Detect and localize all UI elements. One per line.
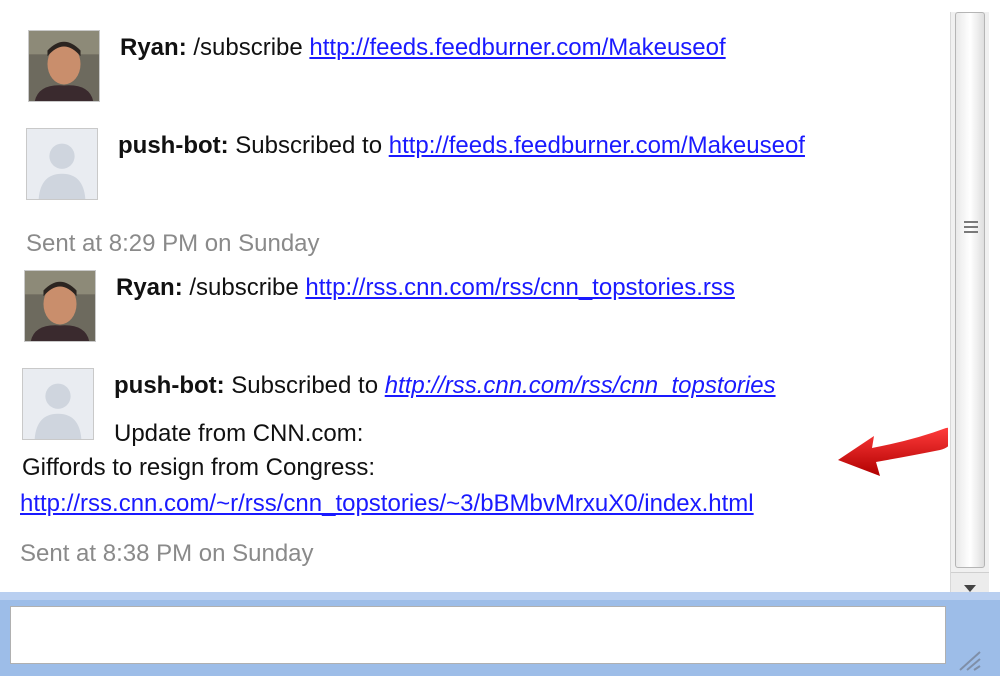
chat-window: Ryan: /subscribe http://feeds.feedburner… [0,0,1000,676]
sender-name: push-bot: [114,372,225,399]
chat-log[interactable]: Ryan: /subscribe http://feeds.feedburner… [0,0,948,592]
feed-link[interactable]: http://rss.cnn.com/rss/cnn_topstories [385,372,776,399]
user-photo-icon [29,31,99,101]
timestamp: Sent at 8:29 PM on Sunday [26,230,320,257]
message-text: Subscribed to [228,132,389,159]
avatar-push-bot[interactable] [26,128,98,200]
avatar-push-bot[interactable] [22,368,94,440]
message-row: Ryan: /subscribe http://rss.cnn.com/rss/… [116,274,735,302]
feed-link[interactable]: http://feeds.feedburner.com/Makeuseof [389,132,805,159]
default-avatar-icon [23,369,93,439]
update-link-row: http://rss.cnn.com/~r/rss/cnn_topstories… [20,490,754,518]
avatar-ryan[interactable] [28,30,100,102]
update-title: Update from CNN.com: [114,420,364,447]
chat-scrollbar[interactable] [950,12,989,604]
resize-grip-icon[interactable] [956,648,982,672]
sender-name: Ryan: [116,274,183,301]
message-row: push-bot: Subscribed to http://feeds.fee… [118,132,805,160]
red-arrow-annotation-icon [838,427,948,476]
scroll-down-arrow-icon [964,585,976,592]
update-headline: Giffords to resign from Congress: [22,454,376,481]
timestamp: Sent at 8:38 PM on Sunday [20,540,314,567]
message-input[interactable] [10,606,946,664]
message-text: /subscribe [182,274,306,301]
message-text: Subscribed to [224,372,385,399]
sender-name: push-bot: [118,132,229,159]
message-row: push-bot: Subscribed to http://rss.cnn.c… [114,372,776,400]
grip-icon [964,221,978,239]
message-text: /subscribe [186,34,310,61]
feed-link[interactable]: http://feeds.feedburner.com/Makeuseof [309,34,725,61]
feed-link[interactable]: http://rss.cnn.com/rss/cnn_topstories.rs… [305,274,734,301]
default-avatar-icon [27,129,97,199]
scroll-thumb[interactable] [955,12,985,568]
sender-name: Ryan: [120,34,187,61]
avatar-ryan[interactable] [24,270,96,342]
message-row: Ryan: /subscribe http://feeds.feedburner… [120,34,726,62]
user-photo-icon [25,271,95,341]
article-link[interactable]: http://rss.cnn.com/~r/rss/cnn_topstories… [20,490,754,517]
